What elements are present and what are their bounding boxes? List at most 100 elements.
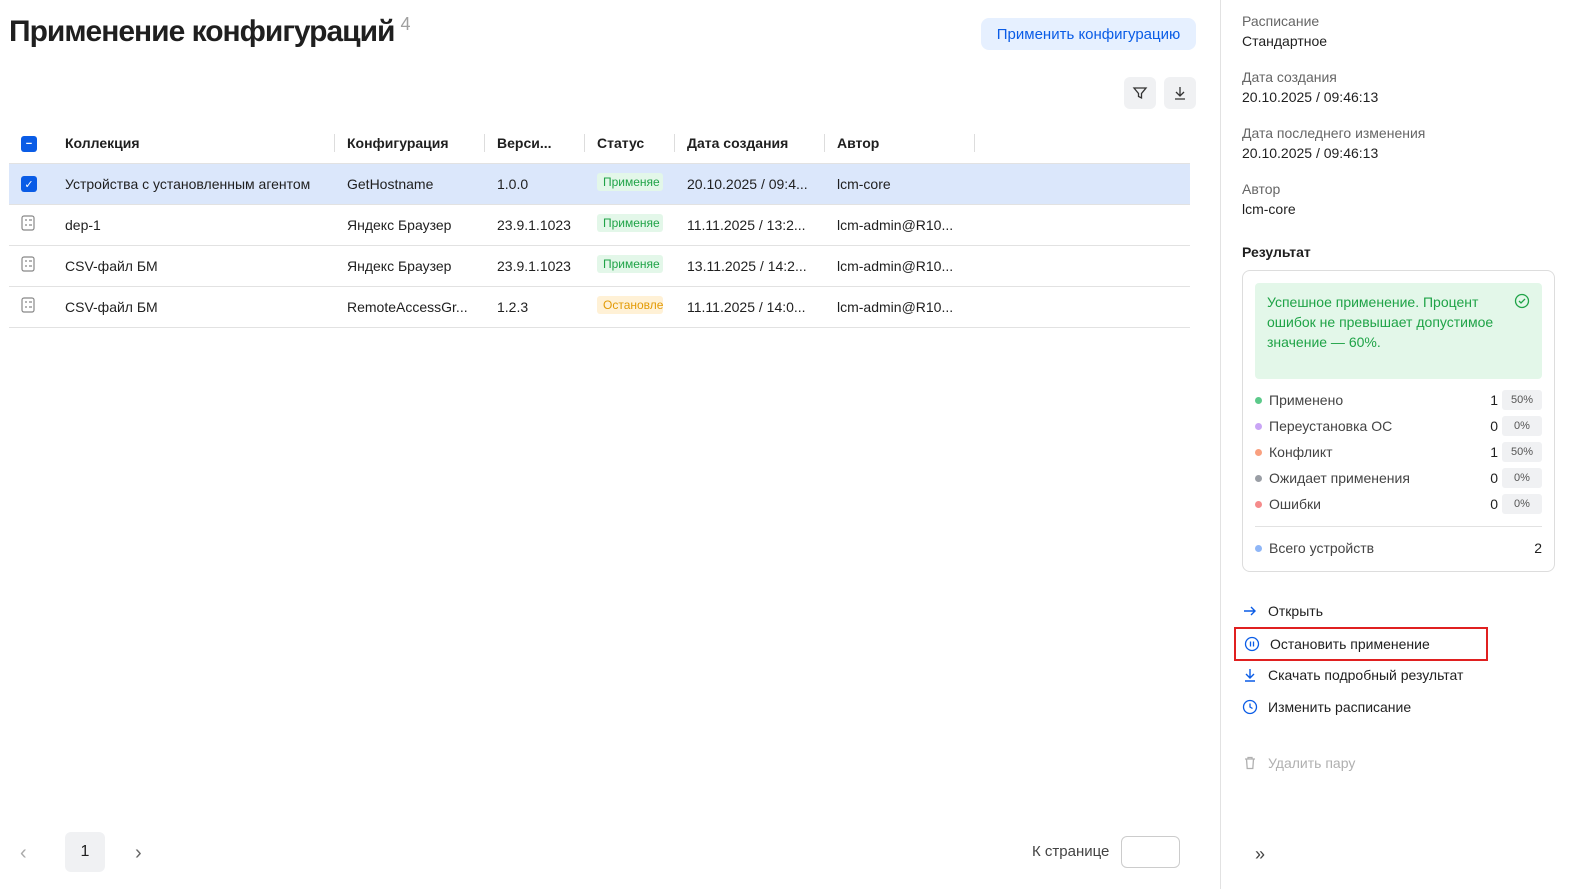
stat-count: 0 [1490,418,1498,434]
cell-collection: CSV-файл БМ [53,285,335,328]
details-panel: Расписание Стандартное Дата создания 20.… [1220,0,1573,889]
stat-count: 1 [1490,444,1498,460]
configurations-table: − Коллекция Конфигурация Верси... Статус… [9,124,1190,328]
stat-label: Всего устройств [1269,540,1375,556]
cell-configuration: Яндекс Браузер [335,244,485,286]
column-date[interactable]: Дата создания [675,124,825,163]
stat-row: Конфликт 1 50% [1255,441,1542,463]
download-icon [1245,669,1255,682]
cell-version: 23.9.1.1023 [485,203,585,245]
apply-configuration-button[interactable]: Применить конфигурацию [981,18,1196,50]
title-text: Применение конфигураций [9,15,395,48]
stat-label: Конфликт [1269,444,1333,460]
author-label: Автор [1242,181,1281,197]
cell-spacer [975,162,1190,204]
column-author[interactable]: Автор [825,124,975,163]
stat-label: Переустановка ОС [1269,418,1393,434]
modified-value: 20.10.2025 / 09:46:13 [1242,145,1379,161]
cell-collection: dep-1 [53,203,335,245]
row-checkbox[interactable]: ✓ [21,176,37,193]
schedule-action-label: Изменить расписание [1268,699,1412,715]
delete-pair-action[interactable]: Удалить пару [1242,751,1355,775]
page-1-button[interactable]: 1 [65,832,105,872]
stat-count: 2 [1534,540,1542,556]
next-page-button[interactable]: › [135,842,142,865]
status-dot [1255,500,1262,508]
clock-icon [1242,699,1258,715]
row-select-cell[interactable] [9,203,53,245]
trash-icon [1245,756,1255,770]
cell-collection: Устройства с установленным агентом [53,162,335,204]
cell-configuration: Яндекс Браузер [335,203,485,245]
stop-application-action[interactable]: Остановить применение [1234,627,1488,661]
change-schedule-action[interactable]: Изменить расписание [1242,695,1411,719]
filter-icon [1132,87,1148,100]
column-status[interactable]: Статус [585,124,675,163]
table-row[interactable]: dep-1 Яндекс Браузер 23.9.1.1023 Применя… [9,203,1190,245]
stat-percent: 0% [1502,468,1542,488]
cell-status: Применяе [585,162,675,204]
status-dot [1255,448,1262,456]
schedule-label: Расписание [1242,13,1320,29]
author-value: lcm-core [1242,201,1296,217]
download-button[interactable] [1164,77,1196,109]
checklist-icon[interactable] [21,297,35,313]
status-dot [1255,544,1262,552]
row-select-cell[interactable] [9,285,53,328]
prev-page-button[interactable]: ‹ [20,842,27,865]
stat-label: Ожидает применения [1269,470,1410,486]
cell-status: Остановле [585,285,675,328]
result-heading: Результат [1242,244,1311,260]
delete-label: Удалить пару [1268,755,1356,771]
stat-row: Ошибки 0 0% [1255,493,1542,515]
stat-label: Ошибки [1269,496,1321,512]
collapse-panel-icon[interactable]: » [1255,844,1265,865]
cell-spacer [975,203,1190,245]
stat-count: 0 [1490,496,1498,512]
goto-page-input[interactable] [1121,836,1180,868]
open-action[interactable]: Открыть [1242,599,1323,623]
banner-text: Успешное применение. Процент ошибок не п… [1267,294,1494,350]
status-badge: Применяе [597,214,663,232]
column-spacer [975,124,1190,163]
modified-label: Дата последнего изменения [1242,125,1426,141]
column-version[interactable]: Верси... [485,124,585,163]
row-select-cell[interactable] [9,244,53,286]
stop-label: Остановить применение [1270,636,1430,652]
cell-spacer [975,244,1190,286]
main-panel: Применение конфигураций 4 Применить конфи… [0,0,1220,889]
stat-total: Всего устройств 2 [1255,537,1542,559]
download-result-action[interactable]: Скачать подробный результат [1242,663,1463,687]
created-label: Дата создания [1242,69,1337,85]
cell-author: lcm-core [825,162,975,204]
table-row[interactable]: ✓ Устройства с установленным агентом Get… [9,162,1190,204]
download-icon [1175,87,1185,100]
stat-row: Переустановка ОС 0 0% [1255,415,1542,437]
status-dot [1255,396,1262,404]
cell-configuration: RemoteAccessGr... [335,285,485,328]
stat-count: 0 [1490,470,1498,486]
stat-row: Применено 1 50% [1255,389,1542,411]
status-badge: Остановле [597,296,663,314]
stat-label: Применено [1269,392,1344,408]
row-select-cell[interactable]: ✓ [9,162,53,204]
stat-row: Ожидает применения 0 0% [1255,467,1542,489]
schedule-value: Стандартное [1242,33,1328,49]
goto-page-label: К странице [1032,843,1110,860]
cell-configuration: GetHostname [335,162,485,204]
cell-author: lcm-admin@R10... [825,244,975,286]
cell-date: 13.11.2025 / 14:2... [675,244,825,286]
select-all-header[interactable]: − [9,124,53,163]
table-row[interactable]: CSV-файл БМ Яндекс Браузер 23.9.1.1023 П… [9,244,1190,286]
column-configuration[interactable]: Конфигурация [335,124,485,163]
cell-date: 20.10.2025 / 09:4... [675,162,825,204]
select-all-checkbox[interactable]: − [21,136,37,153]
cell-date: 11.11.2025 / 13:2... [675,203,825,245]
table-row[interactable]: CSV-файл БМ RemoteAccessGr... 1.2.3 Оста… [9,285,1190,328]
column-collection[interactable]: Коллекция [53,124,335,163]
checklist-icon[interactable] [21,256,35,272]
cell-version: 1.2.3 [485,285,585,328]
filter-button[interactable] [1124,77,1156,109]
checklist-icon[interactable] [21,215,35,231]
arrow-right-icon [1244,606,1256,616]
